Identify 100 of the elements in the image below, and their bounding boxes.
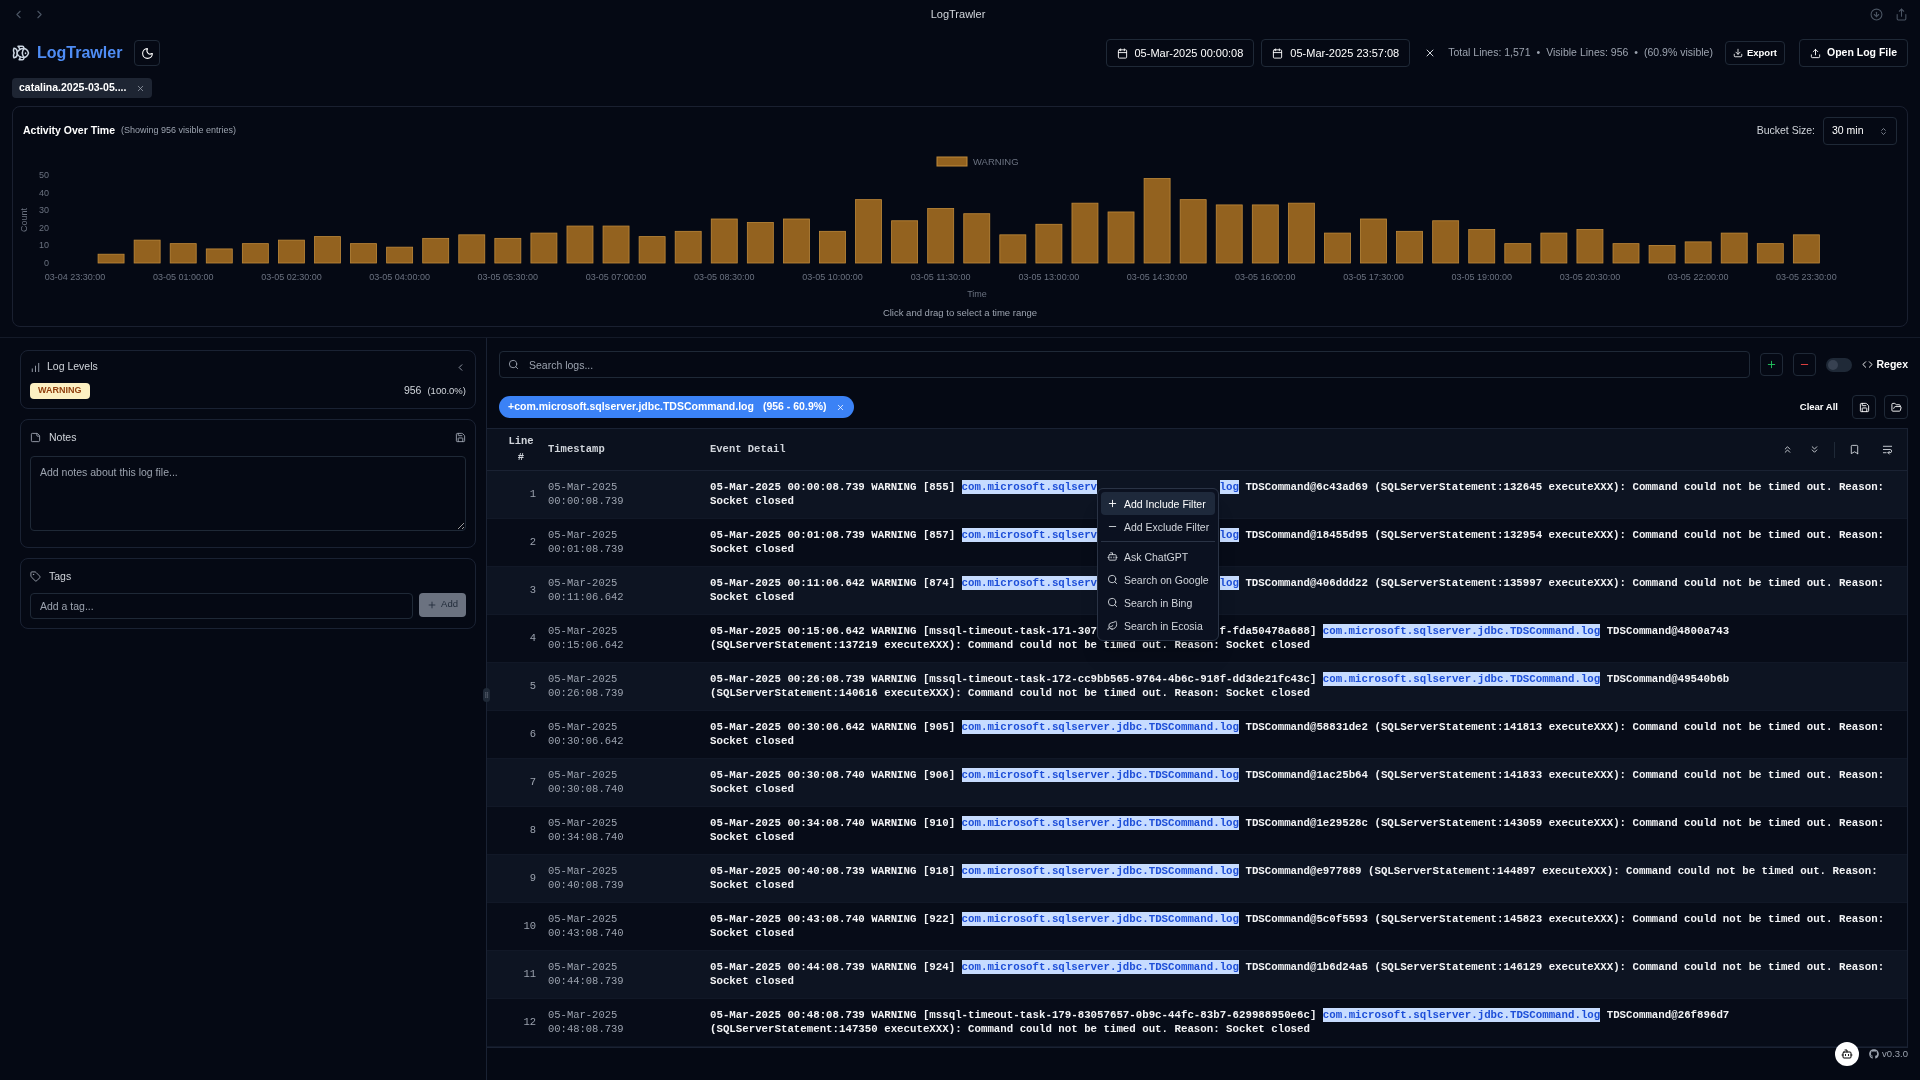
- end-date-button[interactable]: 05-Mar-2025 23:57:08: [1261, 39, 1411, 67]
- logger-highlight[interactable]: com.microsoft.sqlserver.jdbc.TDSCommand.log: [1322, 672, 1601, 687]
- logger-highlight[interactable]: log: [1219, 480, 1239, 495]
- load-filters-button[interactable]: [1884, 395, 1908, 420]
- app-name: LogTrawler: [37, 43, 123, 63]
- calendar-icon: [1116, 47, 1128, 59]
- assistant-button[interactable]: [1835, 1042, 1860, 1066]
- log-text: 05-Mar-2025 00:15:06.642 WARNING [mssql-timeout-task-171-307: [710, 624, 1098, 639]
- menu-item[interactable]: Ask ChatGPT: [1101, 545, 1215, 569]
- line-number: 12: [523, 1015, 536, 1031]
- logger-highlight[interactable]: log: [1219, 576, 1239, 591]
- menu-item[interactable]: Add Exclude Filter: [1101, 515, 1215, 539]
- logger-highlight[interactable]: com.microsoft.sqlserver.jdbc.TDSCommand.log: [1322, 1008, 1601, 1023]
- menu-item[interactable]: Search in Bing: [1101, 591, 1215, 615]
- chevrons-up-icon[interactable]: [1782, 444, 1793, 456]
- menu-item[interactable]: Search in Ecosia: [1101, 614, 1215, 638]
- stat-text: •: [1536, 45, 1541, 61]
- logger-highlight[interactable]: com.microsoft.sqlserver.jdbc.TDSCommand.log: [961, 720, 1239, 735]
- line-number: 6: [529, 727, 536, 743]
- download-circle-icon[interactable]: [1870, 7, 1883, 21]
- start-date-button[interactable]: 05-Mar-2025 00:00:08: [1105, 39, 1255, 67]
- logger-highlight[interactable]: com.microsoft.sqlserver.jdbc.TDSCommand.log: [961, 912, 1239, 927]
- chart-bar: [350, 243, 377, 264]
- bucket-size-select[interactable]: 30 min: [1823, 117, 1897, 145]
- chart-bar: [314, 236, 341, 264]
- level-badge[interactable]: WARNING: [30, 383, 90, 399]
- regex-toggle[interactable]: [1826, 357, 1853, 372]
- chart-bar: [1612, 243, 1640, 264]
- logger-highlight[interactable]: com.microsoft.sqlserv: [961, 528, 1098, 543]
- x-tick-label: 03-05 20:30:00: [1559, 272, 1621, 282]
- timestamp-date: 05-Mar-2025: [548, 624, 619, 639]
- tag-icon: [30, 571, 41, 583]
- filter-chip[interactable]: +com.microsoft.sqlserver.jdbc.TDSCommand.log (956 - 60.9%): [499, 396, 854, 419]
- x-tick-label: 03-05 04:00:00: [369, 272, 430, 282]
- y-tick-label: 20: [39, 222, 49, 233]
- chevrons-down-icon[interactable]: [1809, 444, 1820, 456]
- line-number: 1: [529, 487, 536, 503]
- fish-icon: [12, 44, 30, 62]
- tag-field[interactable]: Add a tag...: [30, 592, 414, 619]
- chart-bar: [494, 237, 522, 264]
- log-row[interactable]: [487, 759, 1907, 808]
- open-file-button[interactable]: Open Log File: [1799, 39, 1908, 67]
- calendar-icon: [1272, 47, 1284, 59]
- logger-highlight[interactable]: com.microsoft.sqlserver.jdbc.TDSCommand.log: [1322, 624, 1601, 639]
- logger-highlight[interactable]: log: [1219, 528, 1239, 543]
- plus-icon: [427, 599, 438, 610]
- bookmark-icon[interactable]: [1849, 444, 1860, 456]
- log-text: 05-Mar-2025 00:34:08.740 WARNING [910]: [710, 816, 957, 831]
- theme-button[interactable]: [134, 40, 161, 66]
- timestamp-date: 05-Mar-2025: [548, 864, 619, 879]
- add-include-button[interactable]: [1760, 353, 1784, 377]
- logger-highlight[interactable]: com.microsoft.sqlserver.jdbc.TDSCommand.log: [961, 864, 1239, 879]
- log-row[interactable]: [487, 855, 1907, 904]
- search-field[interactable]: Search logs...: [499, 351, 1751, 379]
- notes-field[interactable]: Add notes about this log file...: [30, 455, 466, 531]
- share-icon[interactable]: [1895, 7, 1908, 21]
- wrap-text-icon[interactable]: [1882, 444, 1893, 456]
- log-row[interactable]: [487, 663, 1907, 712]
- timestamp-time: 00:30:06.642: [548, 734, 625, 749]
- logger-highlight[interactable]: com.microsoft.sqlserver.jdbc.TDSCommand.log: [961, 768, 1239, 783]
- logger-highlight[interactable]: com.microsoft.sqlserver.jdbc.TDSCommand.log: [961, 816, 1239, 831]
- save-icon[interactable]: [455, 432, 466, 444]
- log-text: TDSCommand@5c0f5593 (SQLServerStatement:145823 executeXXX): Command could not be timed out. Reason:: [1244, 912, 1885, 927]
- log-text: Socket closed: [710, 734, 794, 749]
- menu-item[interactable]: Add Include Filter: [1101, 492, 1215, 516]
- column-header[interactable]: Timestamp: [548, 443, 605, 456]
- column-header[interactable]: Event Detail: [710, 441, 786, 458]
- remove-icon[interactable]: [835, 402, 845, 412]
- save-filters-button[interactable]: [1852, 395, 1876, 420]
- panel-title: Notes: [49, 430, 77, 445]
- search-icon: [1107, 597, 1118, 609]
- chart-bar: [1179, 199, 1207, 264]
- x-tick-label: 03-05 07:00:00: [585, 272, 647, 282]
- export-button[interactable]: Export: [1724, 41, 1785, 65]
- column-header[interactable]: Line #: [505, 434, 537, 466]
- regex-button[interactable]: Regex: [1862, 356, 1908, 373]
- timestamp-time: 00:34:08.740: [548, 830, 625, 845]
- chart-bar: [1288, 202, 1315, 264]
- chart-bar: [1396, 230, 1423, 264]
- logger-highlight[interactable]: com.microsoft.sqlserv: [961, 576, 1098, 591]
- log-text: 05-Mar-2025 00:26:08.739 WARNING [mssql-timeout-task-172-cc9bb565-9764-4b6c-918f-dd3de21fc43c]: [710, 672, 1318, 687]
- y-tick-label: 10: [39, 240, 49, 251]
- line-number: 8: [529, 823, 536, 839]
- log-text: TDSCommand@58831de2 (SQLServerStatement:141813 executeXXX): Command could not be timed out. Reason:: [1244, 720, 1885, 735]
- log-row[interactable]: [487, 567, 1907, 616]
- chart-bar: [1215, 204, 1243, 264]
- chart-bar: [746, 222, 774, 264]
- github-icon[interactable]: [1869, 1049, 1880, 1059]
- search-icon: [508, 359, 519, 371]
- log-row[interactable]: [487, 951, 1907, 1000]
- clear-all-button[interactable]: Clear All: [1799, 400, 1838, 415]
- log-text: TDSCommand@6c43ad69 (SQLServerStatement:132645 executeXXX): Command could not be timed out. Reason:: [1244, 480, 1885, 495]
- logger-highlight[interactable]: com.microsoft.sqlserver.jdbc.TDSCommand.log: [961, 960, 1239, 975]
- resize-handle[interactable]: [483, 688, 490, 703]
- y-tick-label: 50: [39, 170, 49, 180]
- logger-highlight[interactable]: com.microsoft.sqlserv: [961, 480, 1098, 495]
- log-text: TDSCommand@406ddd22 (SQLServerStatement:135997 executeXXX): Command could not be timed out. Reason:: [1244, 576, 1885, 591]
- menu-item[interactable]: Search on Google: [1101, 568, 1215, 592]
- file-tab[interactable]: catalina.2025-03-05....: [12, 78, 153, 98]
- timestamp-date: 05-Mar-2025: [548, 768, 619, 783]
